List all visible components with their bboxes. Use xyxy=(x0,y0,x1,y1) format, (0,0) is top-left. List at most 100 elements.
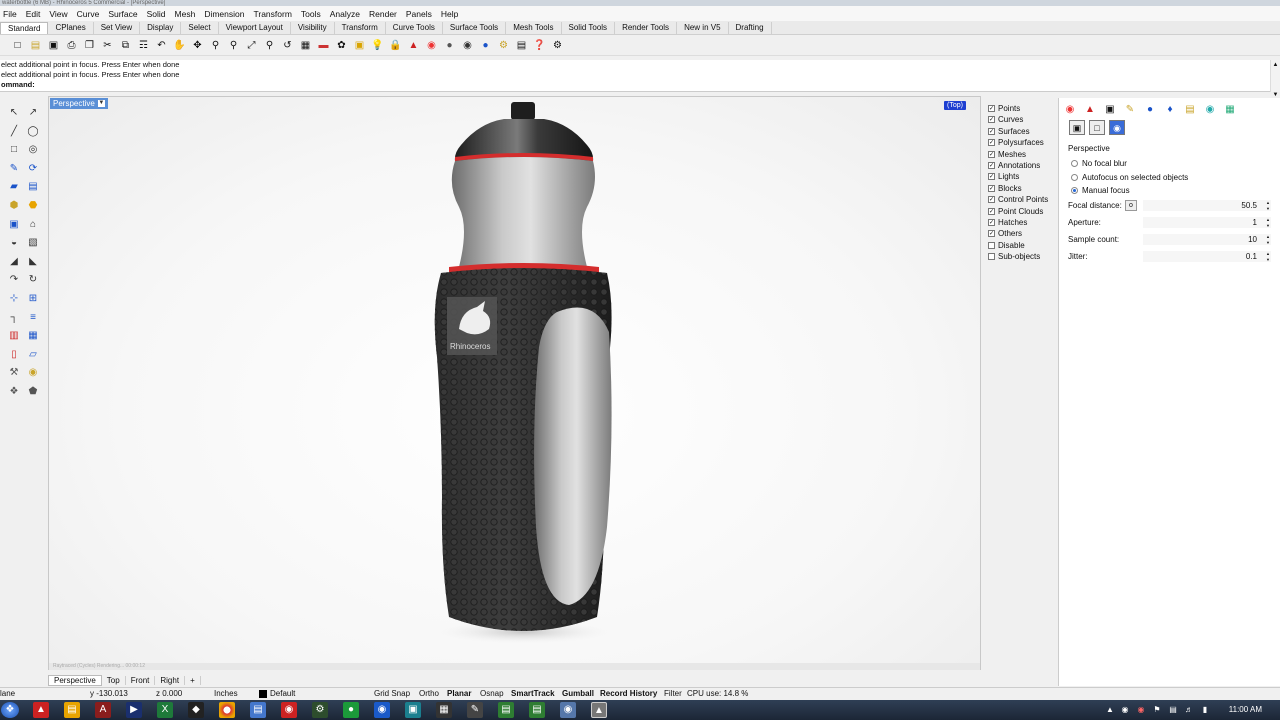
checkbox[interactable]: ✓ xyxy=(988,150,995,158)
view-tab-top[interactable]: Top xyxy=(102,675,126,685)
menu-help[interactable]: Help xyxy=(438,9,464,19)
object-type-points[interactable]: ✓ Points xyxy=(988,104,1020,113)
left-tool-28-icon[interactable]: ▱ xyxy=(26,348,40,362)
environment-icon[interactable]: ● xyxy=(478,38,493,53)
tab-display[interactable]: Display xyxy=(140,22,182,34)
menu-transform[interactable]: Transform xyxy=(250,9,297,19)
view-tab-perspective[interactable]: Perspective xyxy=(48,674,102,686)
left-tool-7-icon[interactable]: ✎ xyxy=(7,162,21,176)
camtasia-icon[interactable]: ◉ xyxy=(560,702,576,718)
tab-surface-tools[interactable]: Surface Tools xyxy=(443,22,507,34)
rotate-view-icon[interactable]: ✥ xyxy=(190,38,205,53)
left-tool-5-icon[interactable]: □ xyxy=(7,143,21,157)
copy-icon[interactable]: ⧉ xyxy=(118,38,133,53)
menu-panels[interactable]: Panels xyxy=(403,9,438,19)
left-tool-11-icon[interactable]: ⬢ xyxy=(7,199,21,213)
tab-visibility[interactable]: Visibility xyxy=(291,22,335,34)
perspective-viewport[interactable]: Rhinoceros xyxy=(48,96,981,670)
pan-icon[interactable]: ✋ xyxy=(172,38,187,53)
numeric-field[interactable]: 1 xyxy=(1143,217,1271,228)
menu-view[interactable]: View xyxy=(46,9,73,19)
sun-icon[interactable]: ● xyxy=(1143,102,1157,116)
menu-solid[interactable]: Solid xyxy=(144,9,172,19)
checkbox[interactable]: ✓ xyxy=(988,184,995,192)
checkbox[interactable]: ✓ xyxy=(988,105,995,112)
left-tool-15-icon[interactable]: ◒ xyxy=(7,236,21,250)
left-tool-23-icon[interactable]: ┐ xyxy=(7,311,21,325)
left-tool-30-icon[interactable]: ◉ xyxy=(26,366,40,380)
menu-dimension[interactable]: Dimension xyxy=(201,9,250,19)
menu-mesh[interactable]: Mesh xyxy=(172,9,202,19)
paste-icon[interactable]: ☶ xyxy=(136,38,151,53)
radio-button[interactable] xyxy=(1071,187,1078,194)
pen-icon[interactable]: ✎ xyxy=(467,702,483,718)
checkbox[interactable]: ✓ xyxy=(988,127,995,135)
calculator-icon[interactable]: ▦ xyxy=(436,702,452,718)
object-type-blocks[interactable]: ✓ Blocks xyxy=(988,184,1022,193)
checkbox[interactable] xyxy=(988,253,995,261)
color-wheel-icon[interactable]: ◉ xyxy=(424,38,439,53)
left-tool-12-icon[interactable]: ⬣ xyxy=(26,199,40,213)
illustrator-icon[interactable]: A xyxy=(95,702,111,718)
display-icon[interactable]: ▣ xyxy=(1103,102,1117,116)
tab-mesh-tools[interactable]: Mesh Tools xyxy=(506,22,562,34)
folder-app-icon[interactable]: ▤ xyxy=(64,702,80,718)
left-tool-19-icon[interactable]: ↷ xyxy=(7,273,21,287)
numeric-field[interactable]: 0.1 xyxy=(1143,251,1271,262)
folder-icon[interactable]: ▤ xyxy=(1183,102,1197,116)
tab-curve-tools[interactable]: Curve Tools xyxy=(386,22,443,34)
menu-curve[interactable]: Curve xyxy=(74,9,106,19)
layers-icon[interactable]: ▦ xyxy=(1223,102,1237,116)
help-icon[interactable]: ❓ xyxy=(532,38,547,53)
viewport-menu-icon[interactable]: ▼ xyxy=(97,100,105,107)
left-tool-20-icon[interactable]: ↻ xyxy=(26,273,40,287)
chrome-icon[interactable] xyxy=(219,702,235,718)
tray-arrow-icon[interactable]: ▲ xyxy=(1105,702,1115,718)
left-tool-17-icon[interactable]: ◢ xyxy=(7,255,21,269)
browser-icon[interactable]: ◉ xyxy=(374,702,390,718)
menu-file[interactable]: File xyxy=(0,9,23,19)
tab-standard[interactable]: Standard xyxy=(0,22,49,34)
left-tool-14-icon[interactable]: ⌂ xyxy=(26,218,40,232)
media-icon[interactable]: ◉ xyxy=(281,702,297,718)
filter-toggle[interactable]: Filter xyxy=(664,688,682,700)
left-tool-24-icon[interactable]: ≡ xyxy=(26,311,40,325)
select-points-icon[interactable]: ▣ xyxy=(352,38,367,53)
zoom-window-icon[interactable]: ⚲ xyxy=(226,38,241,53)
camera-icon[interactable]: ▣ xyxy=(1069,120,1085,135)
left-tool-2-icon[interactable]: ↗ xyxy=(26,106,40,120)
folder-green-icon[interactable]: ▤ xyxy=(498,702,514,718)
checkbox[interactable] xyxy=(988,241,995,249)
checkbox[interactable]: ✓ xyxy=(988,116,995,124)
gumball-toggle[interactable]: Gumball xyxy=(562,688,594,700)
left-tool-25-icon[interactable]: ▥ xyxy=(7,329,21,343)
object-type-lights[interactable]: ✓ Lights xyxy=(988,172,1019,181)
viewport-nav-label[interactable]: (Top) xyxy=(944,101,966,110)
zoom-extents-icon[interactable]: ⤢ xyxy=(244,38,259,53)
left-tool-21-icon[interactable]: ⊹ xyxy=(7,292,21,306)
tab-transform[interactable]: Transform xyxy=(335,22,386,34)
checkbox[interactable]: ✓ xyxy=(988,173,995,181)
object-type-point-clouds[interactable]: ✓ Point Clouds xyxy=(988,207,1043,216)
checkbox[interactable]: ✓ xyxy=(988,219,995,226)
open-file-icon[interactable]: ▤ xyxy=(28,38,43,53)
render-icon[interactable]: ◉ xyxy=(460,38,475,53)
bell-icon[interactable]: ♦ xyxy=(1163,102,1177,116)
menu-render[interactable]: Render xyxy=(366,9,403,19)
explorer-icon[interactable]: ◆ xyxy=(188,702,204,718)
shaded-view-icon[interactable]: ▬ xyxy=(316,38,331,53)
left-tool-32-icon[interactable]: ⬟ xyxy=(26,385,40,399)
object-type-disable[interactable]: Disable xyxy=(988,241,1025,250)
save-icon[interactable]: ▣ xyxy=(46,38,61,53)
object-type-polysurfaces[interactable]: ✓ Polysurfaces xyxy=(988,138,1044,147)
left-tool-18-icon[interactable]: ◣ xyxy=(26,255,40,269)
ortho-toggle[interactable]: Ortho xyxy=(419,688,439,700)
frame-icon[interactable]: □ xyxy=(1089,120,1105,135)
zoom-icon[interactable]: ⚲ xyxy=(208,38,223,53)
battery-icon[interactable]: ▮ xyxy=(1200,702,1210,718)
left-tool-13-icon[interactable]: ▣ xyxy=(7,218,21,232)
copy-to-clipboard-icon[interactable]: ❐ xyxy=(82,38,97,53)
properties-icon[interactable]: ▤ xyxy=(514,38,529,53)
numeric-field[interactable]: 10 xyxy=(1143,234,1271,245)
focus-option-2[interactable]: Autofocus on selected objects xyxy=(1071,173,1188,182)
